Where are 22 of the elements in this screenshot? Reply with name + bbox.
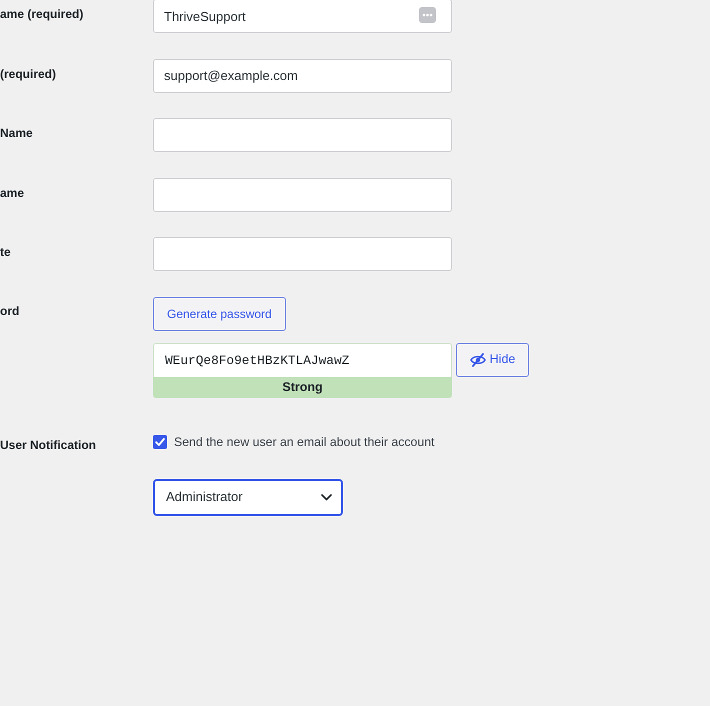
field-label: User Notification	[0, 436, 96, 452]
field-label: ame	[0, 184, 24, 200]
password-strength-indicator: Strong	[153, 376, 452, 398]
hide-password-button[interactable]: Hide	[456, 342, 529, 376]
checkbox-label[interactable]: Send the new user an email about their account	[174, 432, 434, 450]
text-field[interactable]: support@example.com	[153, 58, 452, 92]
field-label: (required)	[0, 66, 56, 82]
text-field[interactable]	[153, 237, 452, 271]
text-field[interactable]: ThriveSupport	[153, 0, 452, 33]
chevron-down-icon	[321, 494, 332, 500]
checkbox[interactable]	[153, 434, 167, 448]
field-label: ame (required)	[0, 6, 84, 22]
text-field[interactable]	[153, 118, 452, 152]
text-field[interactable]	[153, 178, 452, 212]
more-icon[interactable]	[419, 7, 436, 23]
field-label: ord	[0, 302, 20, 318]
field-label: te	[0, 244, 11, 260]
password-field[interactable]: WEurQe8Fo9etHBzKTLAJwawZ	[153, 342, 452, 376]
eye-slash-icon	[470, 352, 486, 366]
generate-password-button[interactable]: Generate password	[153, 296, 286, 330]
field-label: Name	[0, 125, 33, 141]
role-select[interactable]: Administrator	[153, 478, 343, 516]
